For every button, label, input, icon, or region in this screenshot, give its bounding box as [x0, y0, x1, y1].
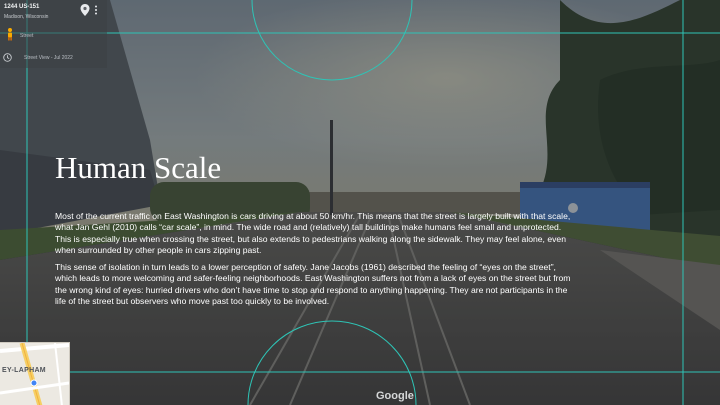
minimap-place-label: EY-LAPHAM [2, 367, 46, 374]
city-text: Madison, Wisconsin [4, 14, 49, 20]
body-paragraph: This sense of isolation in turn leads to… [55, 262, 571, 307]
body-paragraph: Most of the current traffic on East Wash… [55, 211, 571, 255]
slide-dim-overlay [0, 0, 720, 405]
minimap-roads [0, 343, 69, 405]
pegman-icon[interactable] [3, 27, 17, 41]
street-view-info-card[interactable]: 1244 US-151 Madison, Wisconsin Street St… [0, 0, 107, 68]
street-label: Street [20, 33, 34, 39]
capture-date: Street View - Jul 2022 [24, 55, 73, 61]
slide-body: Most of the current traffic on East Wash… [55, 211, 575, 313]
address-text: 1244 US-151 [4, 4, 40, 10]
clock-icon[interactable] [3, 53, 12, 62]
minimap-position-marker [30, 379, 38, 387]
more-vert-icon[interactable] [94, 5, 98, 15]
google-watermark: Google [376, 390, 414, 402]
slide-title: Human Scale [55, 150, 222, 185]
slide-stage: 1244 US-151 Madison, Wisconsin Street St… [0, 0, 720, 405]
minimap[interactable]: EY-LAPHAM [0, 342, 70, 405]
location-pin-icon[interactable] [80, 4, 90, 16]
